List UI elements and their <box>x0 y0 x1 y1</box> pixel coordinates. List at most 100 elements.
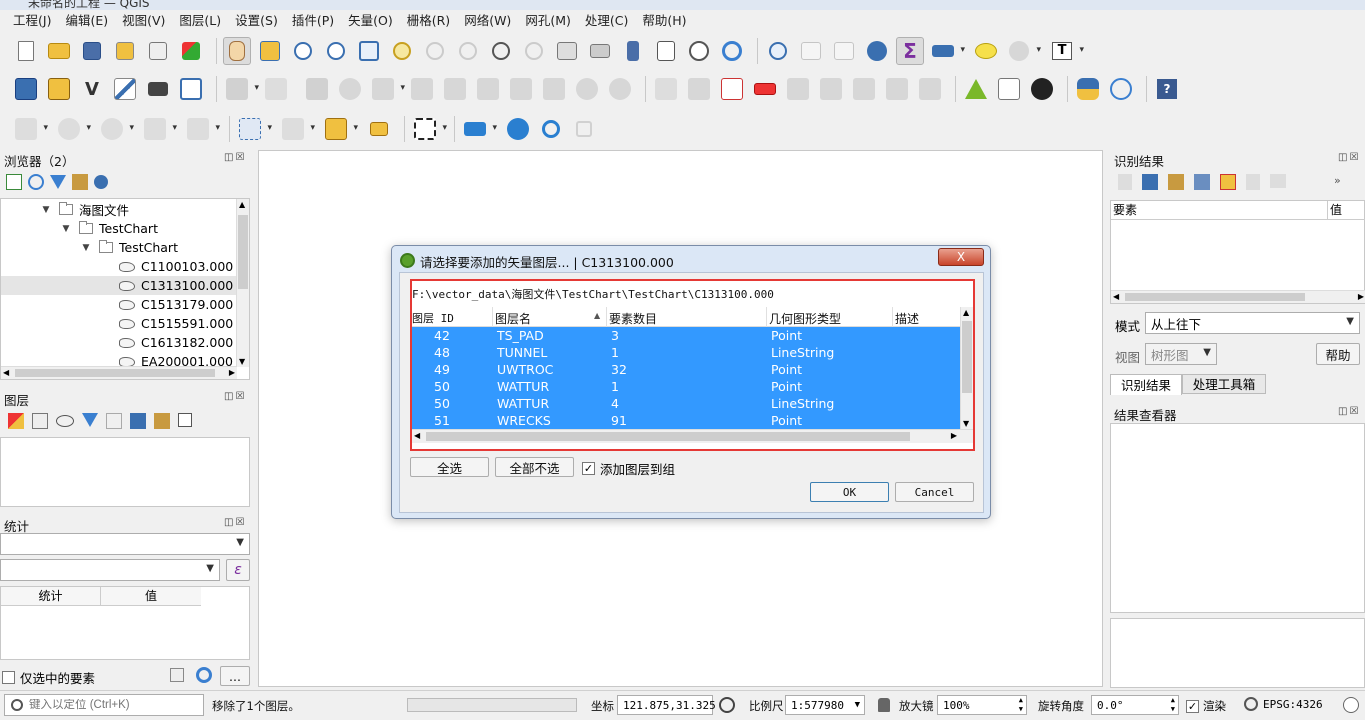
expand-arrow-icon[interactable]: ▼ <box>61 224 71 234</box>
layer-table-vertical-scrollbar[interactable]: ▲ ▼ <box>960 307 973 429</box>
stats-panel-buttons[interactable]: ◫☒ <box>224 517 246 528</box>
menu-item-1[interactable]: 编辑(E) <box>58 10 115 32</box>
style-manager-icon[interactable] <box>177 37 205 65</box>
select-features-icon[interactable] <box>236 115 272 143</box>
new-layer-icon[interactable] <box>45 75 73 103</box>
pan-map-icon[interactable] <box>223 37 251 65</box>
add-feature-icon[interactable] <box>12 115 48 143</box>
field-calculator-icon[interactable] <box>830 37 858 65</box>
modify-attributes-icon[interactable] <box>408 75 436 103</box>
refresh-icon[interactable] <box>718 37 746 65</box>
data-source-manager-icon[interactable] <box>12 75 40 103</box>
col-geometry-type[interactable]: 几何图形类型 <box>769 310 841 327</box>
temporal-controller-icon[interactable] <box>685 37 713 65</box>
menu-item-0[interactable]: 工程(J) <box>6 10 58 32</box>
menu-item-9[interactable]: 网孔(M) <box>518 10 578 32</box>
view-combo[interactable]: 树形图 ▼ <box>1145 343 1217 365</box>
show-bookmarks-icon[interactable] <box>652 37 680 65</box>
add-group-icon[interactable] <box>32 413 48 429</box>
expand-tree-icon[interactable] <box>1142 174 1158 190</box>
zoom-to-selection-icon[interactable] <box>388 37 416 65</box>
refresh-stats-icon[interactable] <box>196 667 212 683</box>
help-button[interactable]: 帮助 <box>1316 343 1360 365</box>
stats-layer-combo[interactable]: ▼ <box>0 533 250 555</box>
render-checkbox[interactable]: ✓ 渲染 <box>1186 698 1226 714</box>
add-ellipse-icon[interactable] <box>98 115 134 143</box>
render-check[interactable]: ✓ <box>1186 699 1199 713</box>
browser-tree-item[interactable]: ▼ TestChart <box>1 219 237 238</box>
screenshot-icon[interactable] <box>411 115 447 143</box>
cut-features-icon[interactable] <box>474 75 502 103</box>
add-vector-layer-icon[interactable]: V <box>78 75 106 103</box>
rotate-label-icon[interactable] <box>817 75 845 103</box>
add-rectangle-icon[interactable] <box>141 115 177 143</box>
copy-icon[interactable] <box>170 668 184 682</box>
menu-item-3[interactable]: 图层(L) <box>172 10 228 32</box>
more-tools-icon[interactable]: » <box>1334 174 1341 190</box>
ok-button[interactable]: OK <box>810 482 889 502</box>
tab-processing-toolbox[interactable]: 处理工具箱 <box>1182 374 1266 394</box>
manage-visibility-icon[interactable] <box>56 415 74 427</box>
lock-scale-icon[interactable] <box>878 698 890 712</box>
search-icon[interactable] <box>537 115 565 143</box>
browser-tree-item[interactable]: C1100103.000 <box>1 257 237 276</box>
layer-table-row[interactable]: 50 WATTUR 1 Point <box>412 378 960 395</box>
menu-item-6[interactable]: 矢量(O) <box>341 10 400 32</box>
attribute-table-icon[interactable] <box>797 37 825 65</box>
text-annotation-icon[interactable]: T <box>1048 37 1084 65</box>
processing-toolbox-icon[interactable] <box>863 37 891 65</box>
identify-features-icon[interactable] <box>764 37 792 65</box>
cancel-button[interactable]: Cancel <box>895 482 974 502</box>
new-3d-view-icon[interactable] <box>586 37 614 65</box>
print-results-icon[interactable] <box>1270 174 1286 188</box>
undo-icon[interactable] <box>573 75 601 103</box>
statistics-sigma-icon[interactable]: Σ <box>896 37 924 65</box>
remove-layer-icon[interactable] <box>178 413 192 427</box>
deselect-features-icon[interactable] <box>322 115 358 143</box>
new-project-icon[interactable] <box>12 37 40 65</box>
add-to-group-check[interactable]: ✓ <box>582 462 595 475</box>
col-description[interactable]: 描述 <box>895 310 919 327</box>
result-viewer-buttons[interactable]: ◫☒ <box>1338 406 1360 417</box>
zoom-full-icon[interactable] <box>355 37 383 65</box>
copy-features-icon[interactable] <box>507 75 535 103</box>
pin-labels-icon[interactable] <box>685 75 713 103</box>
new-map-view-icon[interactable] <box>553 37 581 65</box>
select-by-location-icon[interactable] <box>365 115 393 143</box>
decorations-icon[interactable] <box>1005 37 1041 65</box>
identify-col-value[interactable]: 值 <box>1328 201 1365 220</box>
menu-item-10[interactable]: 处理(C) <box>578 10 635 32</box>
select-all-button[interactable]: 全选 <box>410 457 489 477</box>
open-styling-icon[interactable] <box>8 413 24 429</box>
coordinate-field[interactable]: 121.875,31.325 <box>617 695 716 715</box>
menu-item-7[interactable]: 栅格(R) <box>400 10 457 32</box>
zoom-next-icon[interactable] <box>520 37 548 65</box>
expand-arrow-icon[interactable]: ▼ <box>41 205 51 215</box>
fullscreen-icon[interactable] <box>570 115 598 143</box>
checkbox-box[interactable] <box>2 671 15 684</box>
browser-horizontal-scrollbar[interactable]: ◀ ▶ <box>1 366 237 379</box>
add-point-icon[interactable] <box>336 75 364 103</box>
browser-panel-buttons[interactable]: ◫☒ <box>224 152 246 163</box>
zoom-native-icon[interactable] <box>454 37 482 65</box>
toggle-extents-icon[interactable] <box>719 697 735 713</box>
browser-vertical-scrollbar[interactable]: ▲ ▼ <box>236 199 249 367</box>
plugin-globe-icon[interactable] <box>1028 75 1056 103</box>
redo-icon[interactable] <box>606 75 634 103</box>
collapse-layers-icon[interactable] <box>154 413 170 429</box>
vertex-tool-icon[interactable] <box>369 75 405 103</box>
paste-features-icon[interactable] <box>540 75 568 103</box>
save-edits-icon[interactable] <box>303 75 331 103</box>
identify-copy-icon[interactable] <box>1118 174 1132 190</box>
layers-tree[interactable] <box>0 437 250 507</box>
move-diagram-icon[interactable] <box>883 75 911 103</box>
browser-tree-item[interactable]: C1613182.000 <box>1 333 237 352</box>
zoom-last-icon[interactable] <box>487 37 515 65</box>
copy-feature-icon[interactable] <box>1246 174 1260 190</box>
move-label-icon[interactable] <box>784 75 812 103</box>
save-as-icon[interactable] <box>111 37 139 65</box>
label-toolbar-icon[interactable] <box>652 75 680 103</box>
layer-table-row[interactable]: 49 UWTROC 32 Point <box>412 361 960 378</box>
browser-tree-item[interactable]: C1313100.000 <box>1 276 237 295</box>
collapse-tree-icon[interactable] <box>1168 174 1184 190</box>
